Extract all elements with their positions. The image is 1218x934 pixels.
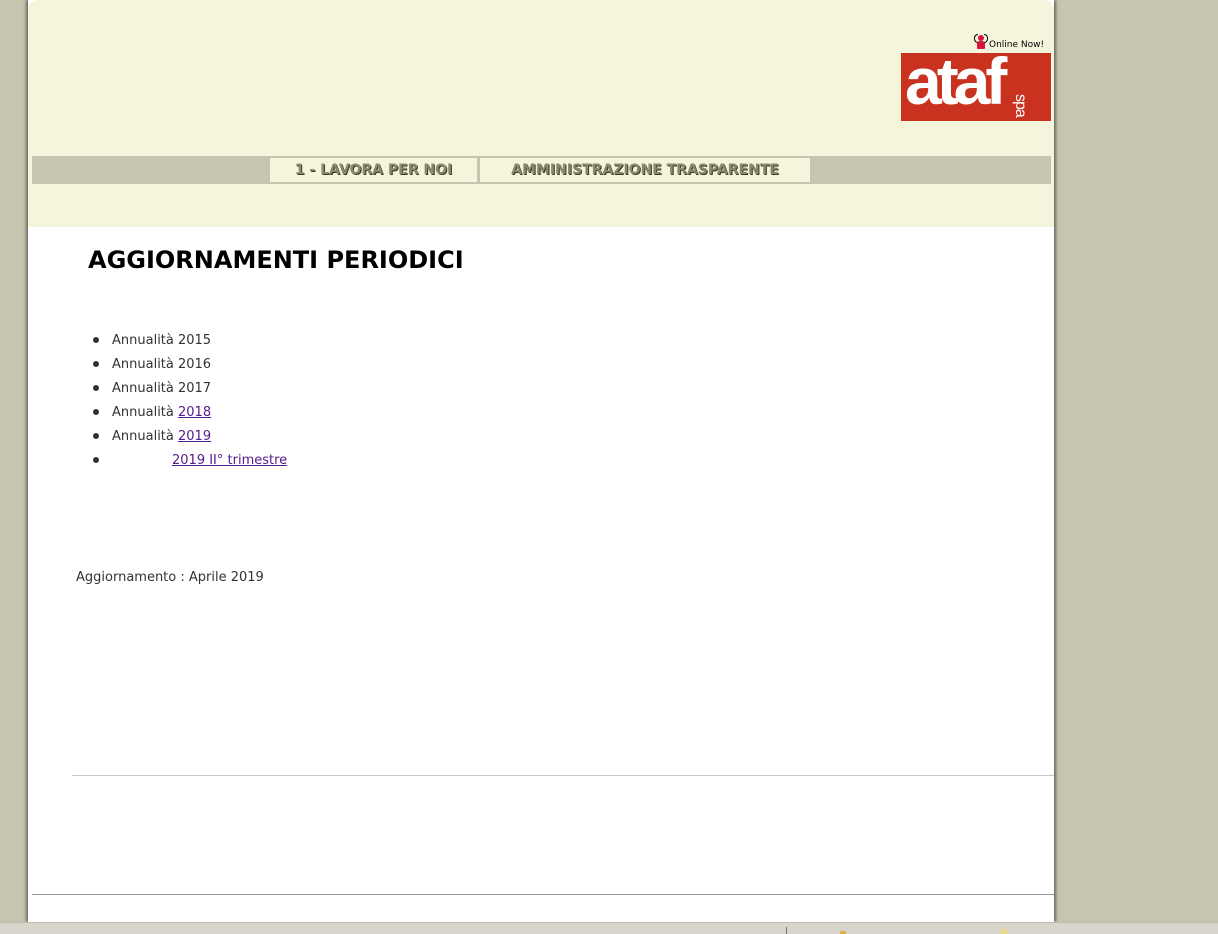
list-item: Annualità 2015 xyxy=(92,330,287,354)
page-title: AGGIORNAMENTI PERIODICI xyxy=(88,246,464,274)
bullet-icon xyxy=(93,385,99,391)
bullet-icon xyxy=(93,433,99,439)
update-note: Aggiornamento : Aprile 2019 xyxy=(76,570,264,585)
online-now-badge[interactable]: Online Now! xyxy=(974,34,1044,50)
list-item-text: Annualità 2015 xyxy=(112,333,212,348)
bullet-icon xyxy=(93,337,99,343)
list-item: Annualità 2017 xyxy=(92,378,287,402)
bullet-icon xyxy=(93,409,99,415)
update-list: Annualità 2015 Annualità 2016 Annualità … xyxy=(92,330,287,474)
link-2018[interactable]: 2018 xyxy=(178,405,211,420)
list-item-text: Annualità xyxy=(112,405,178,420)
logo-suffix: spa xyxy=(1012,94,1029,117)
tab-lavora-per-noi[interactable]: 1 - LAVORA PER NOI xyxy=(270,158,477,182)
user-online-icon xyxy=(974,34,988,50)
list-item-text: Annualità 2017 xyxy=(112,381,212,396)
link-2019-ii-trimestre[interactable]: 2019 II° trimestre xyxy=(172,453,287,468)
list-item: Annualità 2019 xyxy=(92,426,287,450)
page-container: Online Now! ataf spa 1 - LAVORA PER NOI … xyxy=(28,0,1054,922)
link-2019[interactable]: 2019 xyxy=(178,429,211,444)
nav-bar: 1 - LAVORA PER NOI AMMINISTRAZIONE TRASP… xyxy=(32,156,1051,184)
browser-status-bar xyxy=(0,922,1218,934)
divider xyxy=(72,775,1054,776)
status-zone-icon xyxy=(1000,929,1008,934)
list-item: Annualità 2018 xyxy=(92,402,287,426)
list-item: 2019 II° trimestre xyxy=(92,450,287,474)
ataf-logo[interactable]: ataf spa xyxy=(901,53,1051,121)
list-item-text: Annualità 2016 xyxy=(112,357,212,372)
bullet-icon xyxy=(93,361,99,367)
footer-divider xyxy=(32,894,1054,895)
bullet-icon xyxy=(93,457,99,463)
tab-amministrazione-trasparente[interactable]: AMMINISTRAZIONE TRASPARENTE xyxy=(480,158,810,182)
list-item-text: Annualità xyxy=(112,429,178,444)
list-item: Annualità 2016 xyxy=(92,354,287,378)
online-now-label: Online Now! xyxy=(989,40,1045,50)
site-header: Online Now! ataf spa 1 - LAVORA PER NOI … xyxy=(28,0,1054,227)
logo-text: ataf xyxy=(905,53,1007,118)
